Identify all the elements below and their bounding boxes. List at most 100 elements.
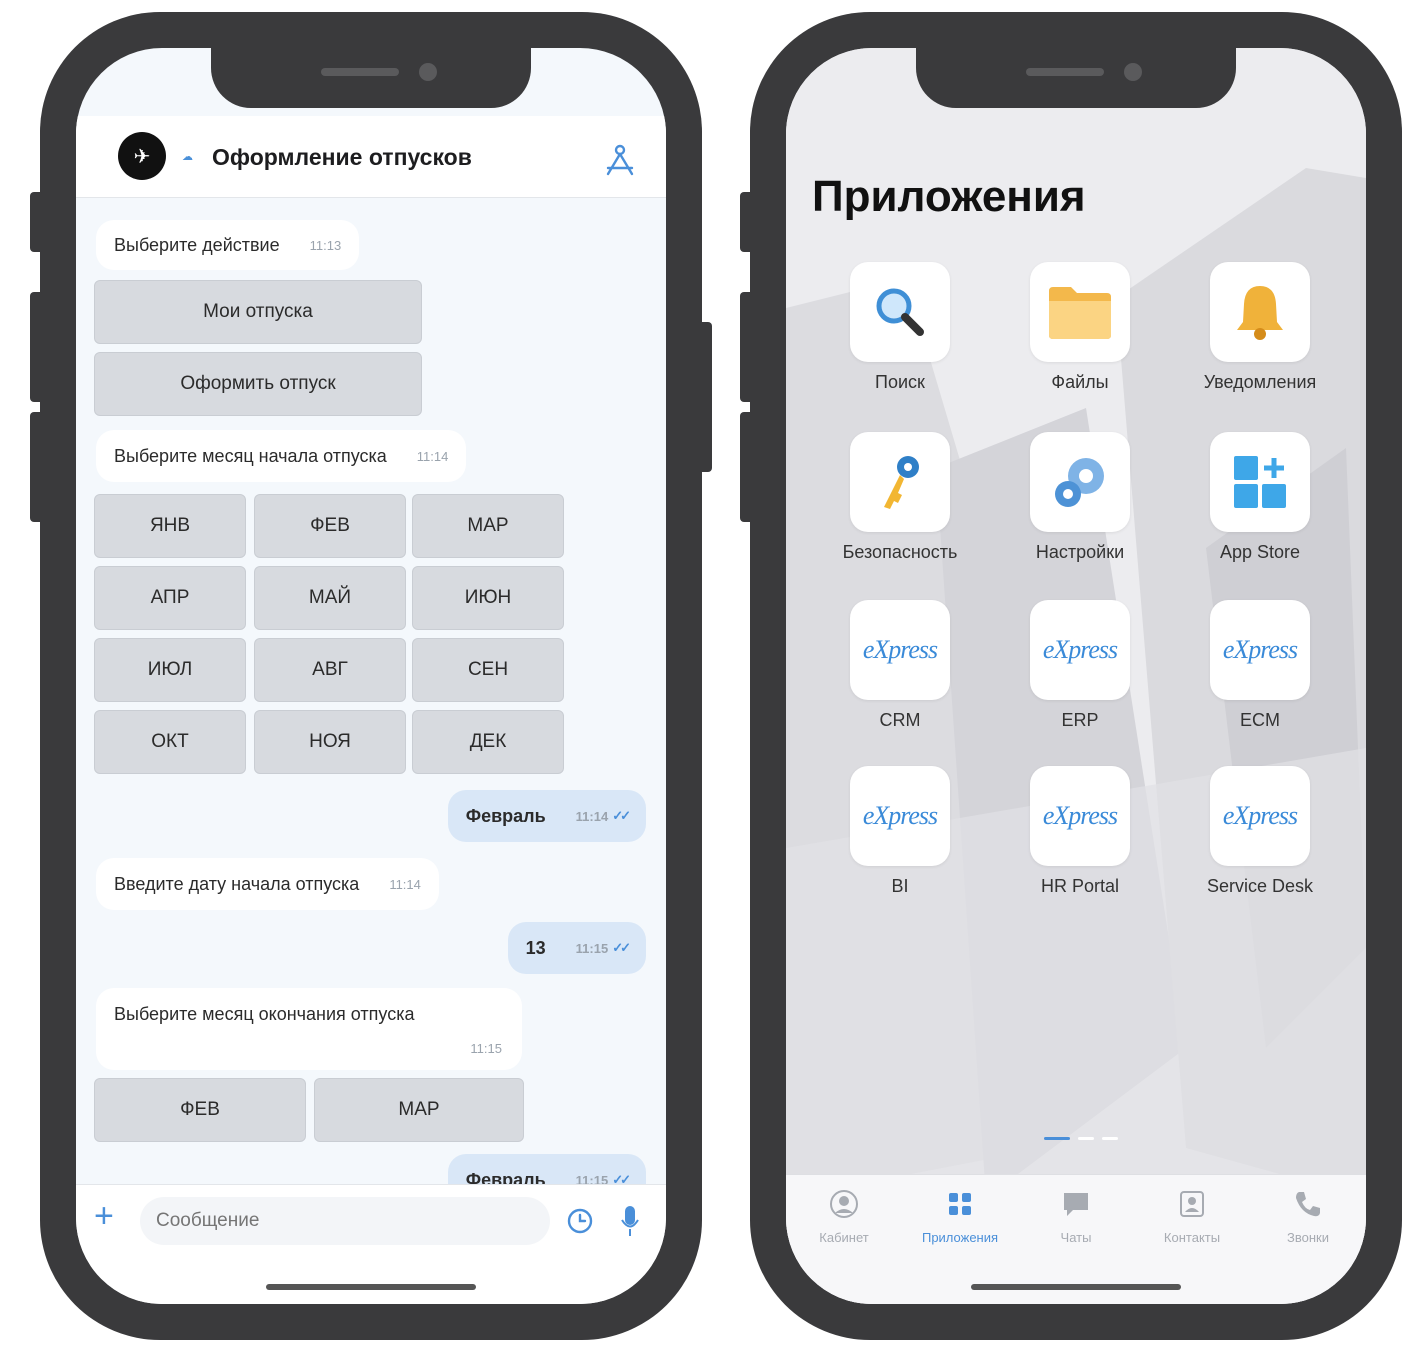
month-button-jan[interactable]: ЯНВ xyxy=(94,494,246,558)
message-outgoing: 13 11:15 ✓✓ xyxy=(507,922,646,974)
keys-icon xyxy=(884,456,919,509)
notch xyxy=(916,48,1236,108)
read-checks-icon: ✓✓ xyxy=(612,808,631,823)
home-indicator xyxy=(266,1284,476,1290)
tab-label: Звонки xyxy=(1287,1230,1329,1245)
app-ecm[interactable]: eXpress ECM xyxy=(1170,600,1350,731)
message-text: Февраль xyxy=(465,805,546,826)
end-month-button-feb[interactable]: ФЕВ xyxy=(94,1078,306,1142)
grid-icon xyxy=(949,1193,971,1215)
message-input[interactable] xyxy=(140,1197,550,1245)
chat-header: ✈ ☁ Оформление отпусков xyxy=(76,116,666,198)
tab-label: Контакты xyxy=(1163,1230,1221,1245)
month-button-dec[interactable]: ДЕК xyxy=(412,710,564,774)
app-bi[interactable]: eXpress BI xyxy=(810,766,990,897)
microphone-icon[interactable] xyxy=(620,1205,640,1237)
contacts-icon xyxy=(1180,1191,1204,1217)
message-time: 11:14 xyxy=(575,808,609,824)
app-label: BI xyxy=(891,876,909,896)
apps-screen: Приложения Поиск Файлы Уведомления Безоп… xyxy=(786,48,1366,1304)
end-month-button-mar[interactable]: МАР xyxy=(314,1078,524,1142)
app-security[interactable]: Безопасность xyxy=(810,432,990,563)
create-vacation-button[interactable]: Оформить отпуск xyxy=(94,352,422,416)
page-dot[interactable] xyxy=(1102,1137,1118,1140)
bot-icon: ☁ xyxy=(182,151,193,163)
app-label: HR Portal xyxy=(1040,876,1120,896)
app-search[interactable]: Поиск xyxy=(810,262,990,393)
chat-avatar[interactable]: ✈ xyxy=(118,132,166,180)
app-label: CRM xyxy=(879,710,921,730)
message-text: Выберите месяц начала отпуска xyxy=(114,445,387,466)
app-erp[interactable]: eXpress ERP xyxy=(990,600,1170,731)
tab-apps[interactable]: Приложения xyxy=(902,1189,1018,1245)
chat-icon xyxy=(1064,1193,1088,1216)
app-service-desk[interactable]: eXpress Service Desk xyxy=(1170,766,1350,897)
app-label: App Store xyxy=(1219,542,1301,562)
gears-icon xyxy=(1055,458,1104,507)
app-notifications[interactable]: Уведомления xyxy=(1170,262,1350,393)
app-label: ECM xyxy=(1240,710,1280,730)
app-label: Настройки xyxy=(1035,542,1125,562)
month-button-jun[interactable]: ИЮН xyxy=(412,566,564,630)
month-button-apr[interactable]: АПР xyxy=(94,566,246,630)
express-logo-icon: eXpress xyxy=(862,801,938,830)
app-settings[interactable]: Настройки xyxy=(990,432,1170,563)
clock-icon[interactable] xyxy=(566,1207,594,1235)
phone-apps: Приложения Поиск Файлы Уведомления Безоп… xyxy=(740,12,1402,1340)
month-button-aug[interactable]: АВГ xyxy=(254,638,406,702)
side-button xyxy=(740,192,754,252)
month-button-feb[interactable]: ФЕВ xyxy=(254,494,406,558)
message-text: Выберите месяц окончания отпуска xyxy=(114,1004,415,1024)
month-button-sep[interactable]: СЕН xyxy=(412,638,564,702)
app-crm[interactable]: eXpress CRM xyxy=(810,600,990,731)
phone-chat: ✈ ☁ Оформление отпусков Выберите действи… xyxy=(30,12,712,1340)
tab-chats[interactable]: Чаты xyxy=(1018,1189,1134,1245)
tab-contacts[interactable]: Контакты xyxy=(1134,1189,1250,1245)
express-logo-icon: eXpress xyxy=(1042,801,1118,830)
app-files[interactable]: Файлы xyxy=(990,262,1170,393)
app-app-store[interactable]: App Store xyxy=(1170,432,1350,563)
express-logo-icon: eXpress xyxy=(1222,635,1298,664)
home-indicator xyxy=(971,1284,1181,1290)
message-time: 11:13 xyxy=(309,237,342,253)
month-button-jul[interactable]: ИЮЛ xyxy=(94,638,246,702)
page-title: Приложения xyxy=(812,172,1086,221)
month-button-mar[interactable]: МАР xyxy=(412,494,564,558)
tab-label: Чаты xyxy=(1060,1230,1092,1245)
page-dot[interactable] xyxy=(1078,1137,1094,1140)
message-text: Введите дату начала отпуска xyxy=(114,873,360,894)
app-store-icon xyxy=(1234,456,1286,508)
app-hr-portal[interactable]: eXpress HR Portal xyxy=(990,766,1170,897)
month-button-oct[interactable]: ОКТ xyxy=(94,710,246,774)
app-label: Файлы xyxy=(1051,372,1109,392)
page-indicator[interactable] xyxy=(1044,1137,1118,1140)
volume-up-button xyxy=(30,292,44,402)
attach-plus-icon[interactable]: + xyxy=(94,1199,114,1233)
month-button-may[interactable]: МАЙ xyxy=(254,566,406,630)
message-time: 11:14 xyxy=(416,448,449,464)
tab-label: Кабинет xyxy=(819,1230,869,1245)
chat-title: Оформление отпусков xyxy=(212,144,472,170)
app-label: Безопасность xyxy=(842,542,958,562)
phone-icon xyxy=(1296,1192,1320,1217)
side-button xyxy=(30,192,44,252)
search-icon xyxy=(876,288,924,336)
notch xyxy=(211,48,531,108)
month-button-nov[interactable]: НОЯ xyxy=(254,710,406,774)
app-label: Поиск xyxy=(875,372,925,392)
express-logo-icon: eXpress xyxy=(1222,801,1298,830)
message-time: 11:14 xyxy=(389,876,421,892)
app-label: Уведомления xyxy=(1203,372,1317,392)
app-label: Service Desk xyxy=(1206,876,1314,896)
tab-calls[interactable]: Звонки xyxy=(1250,1189,1366,1245)
page-dot[interactable] xyxy=(1044,1137,1070,1140)
chat-info-icon[interactable] xyxy=(600,140,640,180)
message-incoming: Введите дату начала отпуска 11:14 xyxy=(96,858,439,910)
message-incoming: Выберите действие 11:13 xyxy=(96,220,360,270)
volume-down-button xyxy=(30,412,44,522)
bell-icon xyxy=(1237,286,1283,340)
read-checks-icon: ✓✓ xyxy=(612,940,631,955)
message-text: Выберите действие xyxy=(114,234,280,255)
tab-cabinet[interactable]: Кабинет xyxy=(786,1189,902,1245)
my-vacations-button[interactable]: Мои отпуска xyxy=(94,280,422,344)
